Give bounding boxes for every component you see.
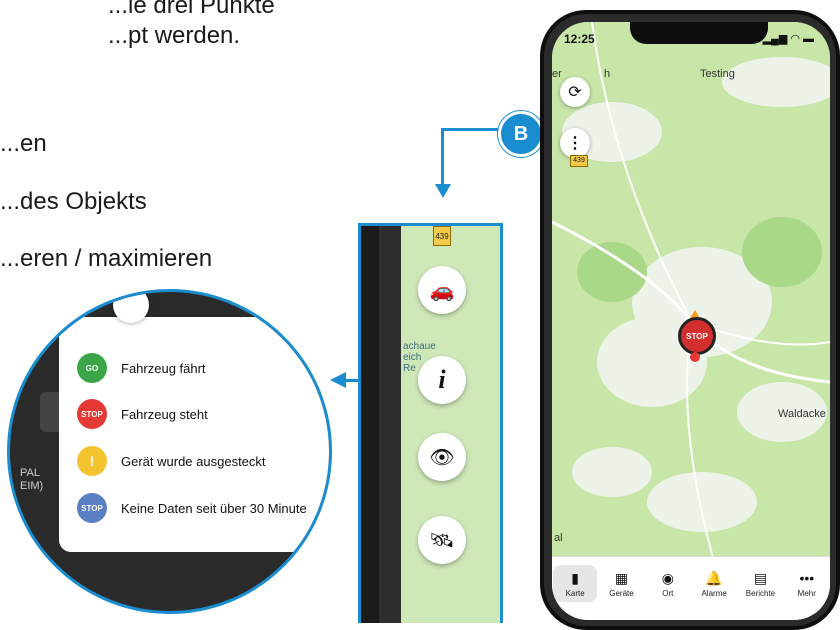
- doc-text-line: ...des Objekts: [0, 188, 147, 215]
- map-label: er: [552, 68, 562, 80]
- legend-text: Fahrzeug fährt: [121, 360, 206, 376]
- eye-icon: 👁: [429, 446, 455, 469]
- satellite-icon: 🛰: [429, 529, 455, 552]
- tab-karte[interactable]: ▮ Karte: [553, 565, 598, 602]
- tab-alarme[interactable]: 🔔 Alarme: [692, 565, 736, 602]
- tab-label: Berichte: [745, 589, 776, 598]
- info-button[interactable]: i: [418, 356, 466, 404]
- status-time: 12:25: [564, 32, 595, 46]
- tab-label: Karte: [565, 589, 585, 598]
- devices-icon: ▦: [614, 570, 629, 586]
- status-icons: ▂▄▆ ◠ ▬: [762, 33, 814, 45]
- doc-text-line: ...pt werden.: [108, 22, 241, 49]
- legend-text: Fahrzeug steht: [121, 406, 208, 422]
- tab-label: Alarme: [701, 589, 727, 598]
- legend-item: STOP Keine Daten seit über 30 Minute: [77, 493, 307, 523]
- refresh-button[interactable]: ⟳: [560, 77, 590, 107]
- legend-item: ! Gerät wurde ausgesteckt: [77, 446, 266, 476]
- status-stop-badge: STOP: [77, 399, 107, 429]
- status-go-badge: GO: [77, 353, 107, 383]
- tab-berichte[interactable]: ▤ Berichte: [738, 565, 782, 602]
- tab-geraete[interactable]: ▦ Geräte: [599, 565, 643, 602]
- legend-item: GO Fahrzeug fährt: [77, 353, 206, 383]
- report-icon: ▤: [753, 570, 768, 586]
- map-label: eich: [403, 352, 422, 363]
- arrow-head-icon: [330, 372, 346, 388]
- satellite-button[interactable]: 🛰: [418, 516, 466, 564]
- legend-text: Gerät wurde ausgesteckt: [121, 453, 266, 469]
- map-label: PAL: [20, 467, 40, 479]
- callout-badge-b: B: [498, 111, 544, 157]
- map-label: Testing: [700, 68, 735, 80]
- car-button[interactable]: 🚗: [418, 266, 466, 314]
- arrow-head-icon: [435, 184, 451, 198]
- compass-icon: ◉: [661, 570, 674, 586]
- map-label: Waldacke: [778, 408, 826, 420]
- bottom-tab-bar: ▮ Karte ▦ Geräte ◉ Ort 🔔 Alarme ▤ Berich…: [552, 556, 830, 620]
- legend-card: GO Fahrzeug fährt STOP Fahrzeug steht ! …: [59, 317, 329, 552]
- status-nodata-badge: STOP: [77, 493, 107, 523]
- legend-zoom-circle: PAL EIM) GO Fahrzeug fährt STOP Fahrzeug…: [7, 289, 332, 614]
- refresh-icon: ⟳: [568, 84, 582, 101]
- bell-icon: 🔔: [705, 570, 723, 586]
- more-icon: •••: [799, 570, 815, 586]
- vehicle-marker[interactable]: STOP: [678, 317, 716, 355]
- callout-line: [441, 128, 498, 131]
- doc-text-line: ...en: [0, 130, 47, 157]
- vertical-dots-icon: ⋮: [567, 135, 583, 152]
- callout-line: [441, 128, 444, 186]
- map-label: h: [604, 68, 611, 80]
- tab-ort[interactable]: ◉ Ort: [646, 565, 690, 602]
- tab-label: Geräte: [609, 589, 634, 598]
- tab-label: Mehr: [797, 589, 816, 598]
- car-icon: 🚗: [429, 279, 455, 302]
- legend-item: STOP Fahrzeug steht: [77, 399, 208, 429]
- legend-text: Keine Daten seit über 30 Minute: [121, 500, 307, 516]
- road-sign: 439: [570, 155, 588, 167]
- location-dot: [690, 352, 700, 362]
- doc-text-line: ...ie drei Punkte: [108, 0, 275, 19]
- map-label: achaue: [403, 341, 436, 352]
- map-label: EIM): [20, 480, 44, 492]
- status-unplugged-badge: !: [77, 446, 107, 476]
- zoomed-map-strip: 439 achaue eich Re 🚗 i 👁 🛰: [358, 223, 503, 623]
- info-icon: i: [438, 365, 446, 394]
- tab-mehr[interactable]: ••• Mehr: [785, 565, 829, 602]
- eye-button[interactable]: 👁: [418, 433, 466, 481]
- doc-text-line: ...eren / maximieren: [0, 245, 213, 272]
- phone-frame: 12:25 ▂▄▆ ◠ ▬ Testing Waldacke Rö er h a…: [540, 10, 840, 630]
- tab-label: Ort: [662, 589, 674, 598]
- map-icon: ▮: [571, 570, 580, 586]
- phone-notch: [630, 22, 768, 44]
- app-screen: 12:25 ▂▄▆ ◠ ▬ Testing Waldacke Rö er h a…: [552, 22, 830, 620]
- map-label: Re: [403, 363, 416, 374]
- phone-frame-edge: [379, 226, 401, 623]
- map-label: al: [554, 532, 563, 544]
- more-options-button[interactable]: ⋮: [560, 128, 590, 158]
- road-sign: 439: [433, 226, 451, 246]
